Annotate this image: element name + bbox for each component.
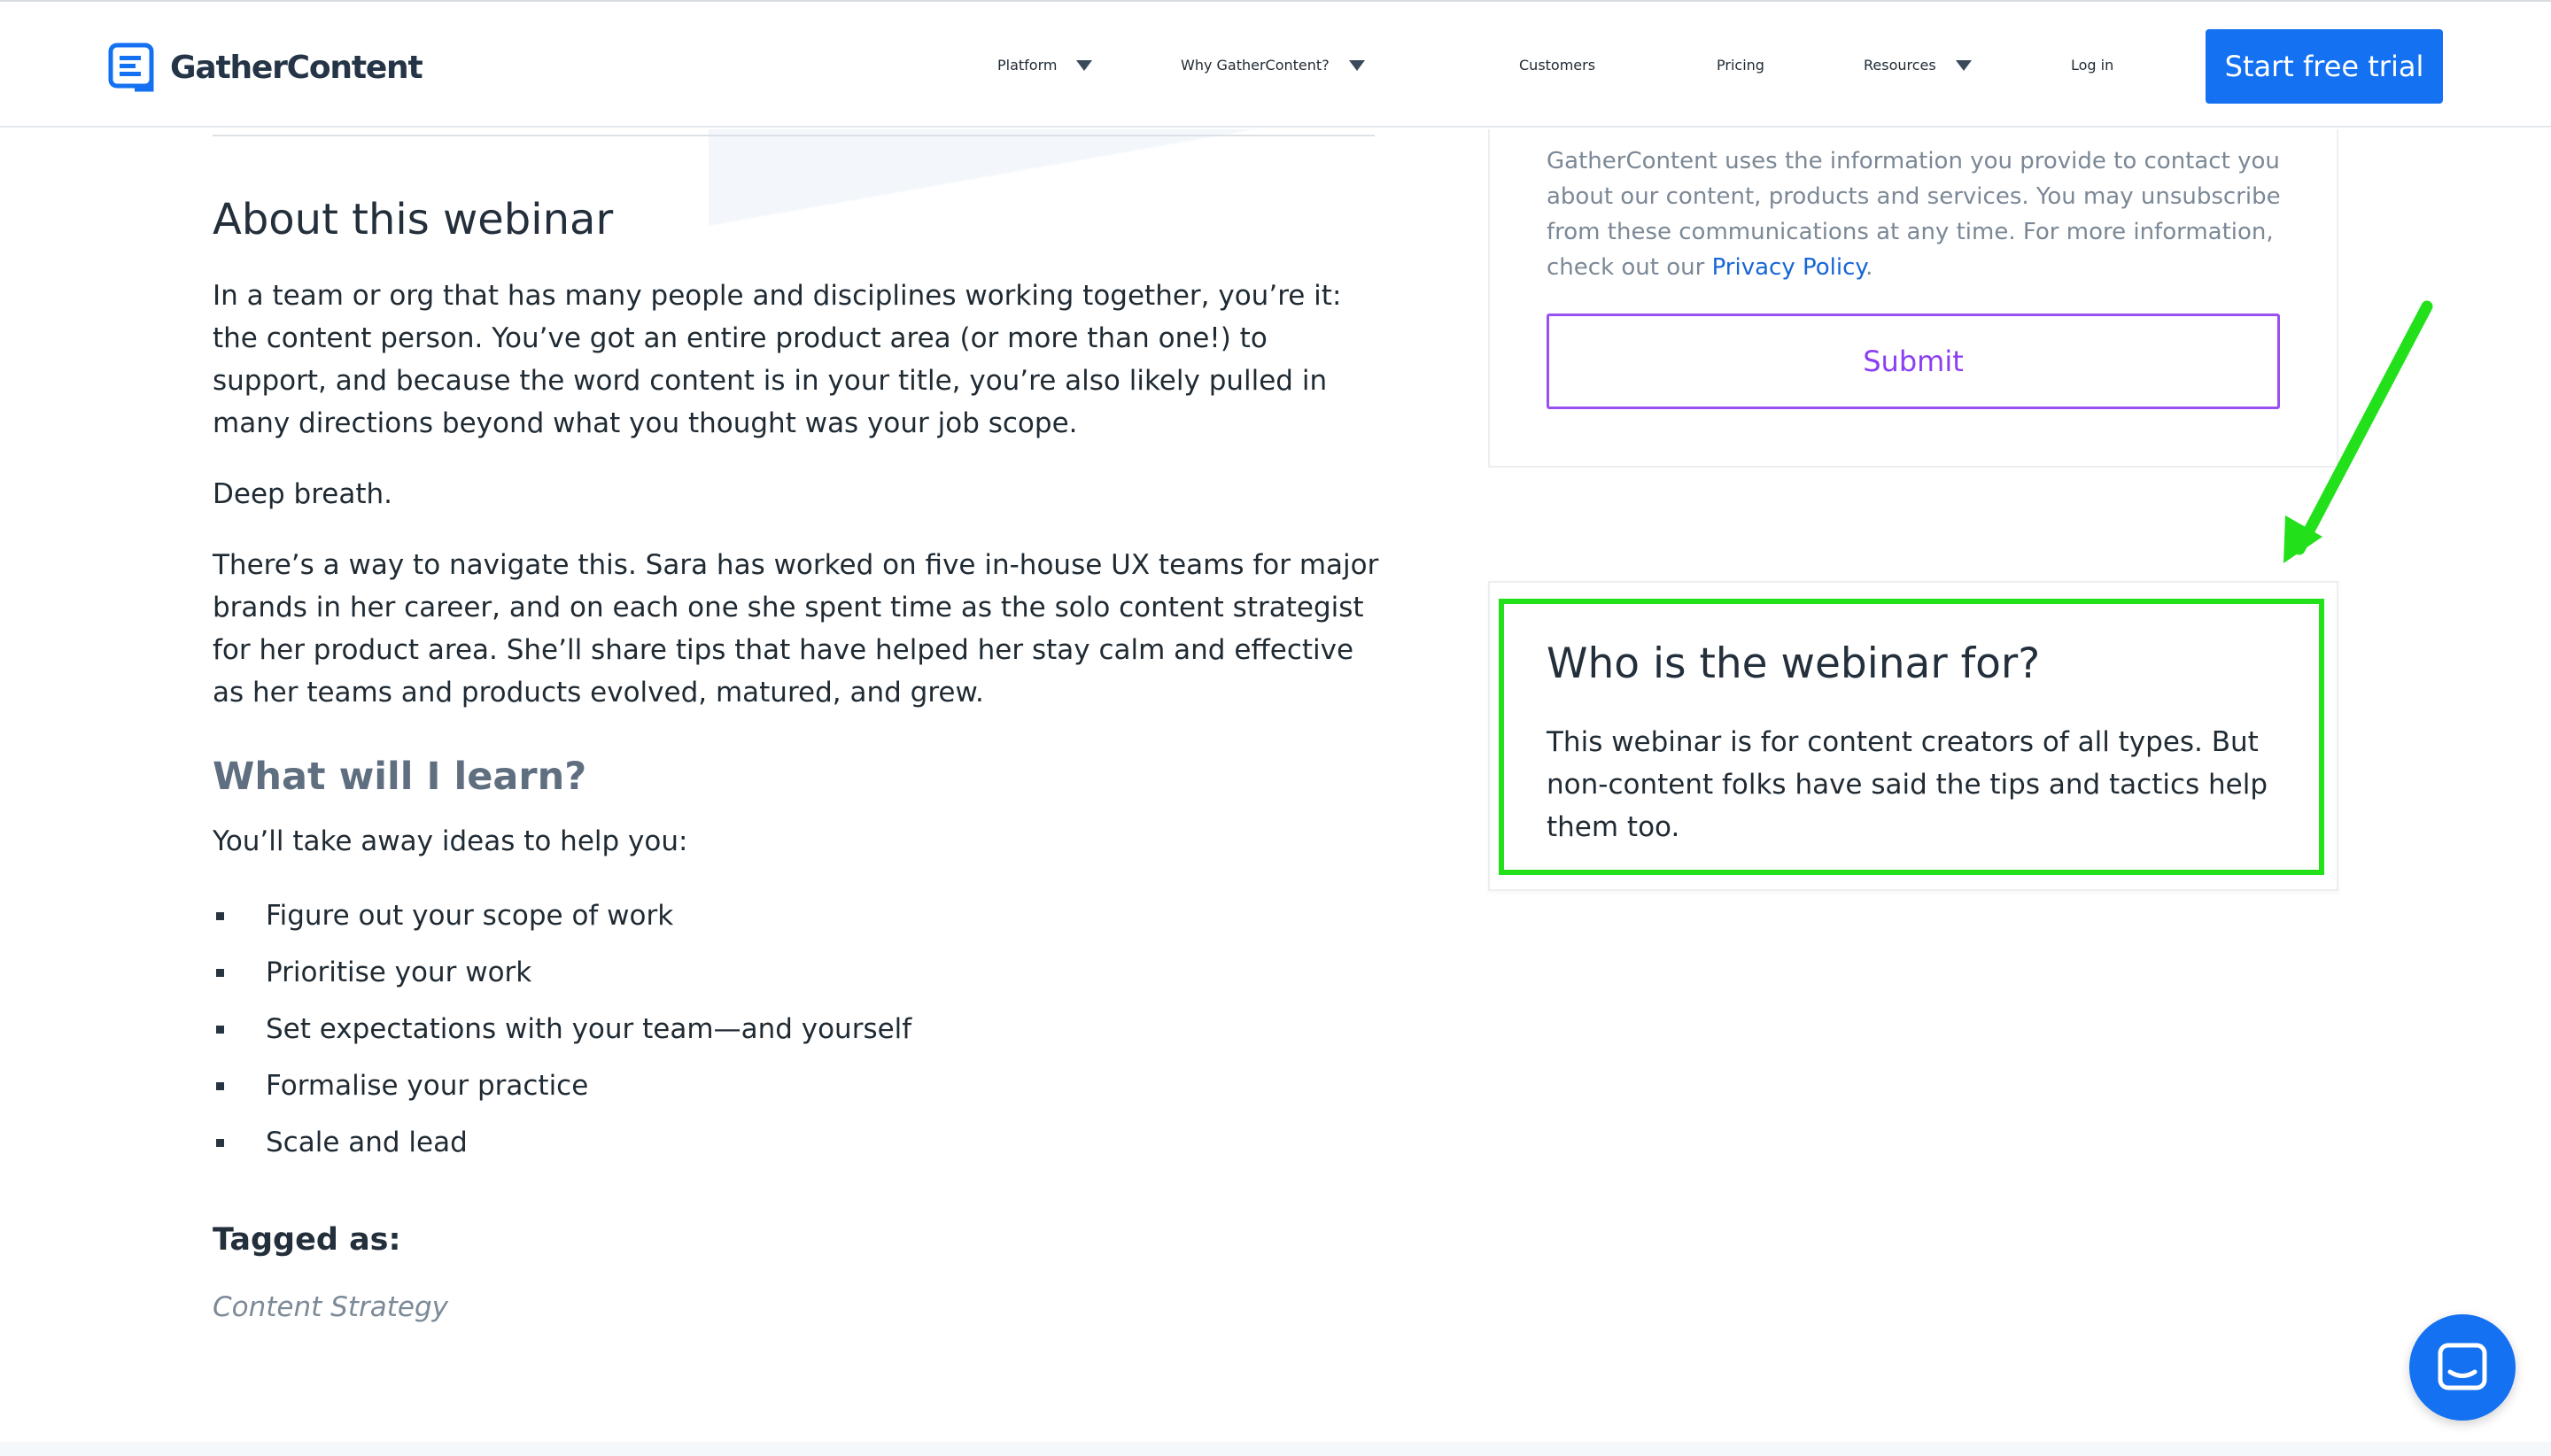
chat-launcher-button[interactable]: [2409, 1314, 2516, 1421]
learn-list: Figure out your scope of work Prioritise…: [213, 887, 911, 1171]
privacy-notice: GatherContent uses the information you p…: [1547, 143, 2282, 285]
nav-customers[interactable]: Customers: [1519, 2, 1595, 128]
list-item: Figure out your scope of work: [213, 887, 911, 944]
nav-platform[interactable]: Platform: [997, 2, 1093, 128]
about-paragraph-2: Deep breath.: [213, 478, 393, 510]
chevron-down-icon: [1076, 60, 1093, 71]
learn-intro: You’ll take away ideas to help you:: [213, 825, 688, 857]
brand-name: GatherContent: [170, 49, 423, 86]
list-item: Formalise your practice: [213, 1057, 911, 1114]
about-paragraph-3: There’s a way to navigate this. Sara has…: [213, 549, 1379, 709]
submit-button[interactable]: Submit: [1547, 314, 2280, 409]
nav-resources[interactable]: Resources: [1864, 2, 1972, 128]
privacy-end: .: [1865, 254, 1873, 281]
nav-why-gathercontent[interactable]: Why GatherContent?: [1181, 2, 1365, 128]
who-heading: Who is the webinar for?: [1547, 639, 2041, 688]
site-header: GatherContent Platform Why GatherContent…: [0, 0, 2551, 128]
who-text: This webinar is for content creators of …: [1547, 726, 2268, 843]
gathercontent-logo-icon: [108, 43, 154, 92]
green-arrow-annotation: [2283, 300, 2433, 563]
start-free-trial-button[interactable]: Start free trial: [2206, 29, 2443, 104]
footer-band: [0, 1442, 2551, 1456]
tag-link-content-strategy[interactable]: Content Strategy: [213, 1291, 448, 1323]
list-item: Scale and lead: [213, 1114, 911, 1171]
divider: [213, 135, 1375, 136]
brand-logo[interactable]: GatherContent: [108, 41, 423, 94]
nav-why-label: Why GatherContent?: [1181, 56, 1330, 74]
learn-heading: What will I learn?: [213, 755, 587, 799]
list-item: Prioritise your work: [213, 944, 911, 1001]
privacy-policy-link[interactable]: Privacy Policy: [1712, 254, 1865, 281]
tagged-as-label: Tagged as:: [213, 1222, 401, 1258]
nav-pricing[interactable]: Pricing: [1717, 2, 1764, 128]
chat-bubble-icon: [2438, 1343, 2487, 1390]
nav-pricing-label: Pricing: [1717, 56, 1764, 74]
nav-login[interactable]: Log in: [2071, 2, 2113, 128]
privacy-text: GatherContent uses the information you p…: [1547, 148, 2281, 281]
nav-customers-label: Customers: [1519, 56, 1596, 74]
list-item: Set expectations with your team—and your…: [213, 1001, 911, 1057]
nav-login-label: Log in: [2071, 56, 2114, 74]
nav-platform-label: Platform: [997, 56, 1058, 74]
chevron-down-icon: [1348, 60, 1365, 71]
chevron-down-icon: [1955, 60, 1972, 71]
about-heading: About this webinar: [213, 195, 614, 244]
nav-resources-label: Resources: [1864, 56, 1936, 74]
background-accent: [709, 129, 1506, 227]
about-paragraph-1: In a team or org that has many people an…: [213, 280, 1342, 439]
